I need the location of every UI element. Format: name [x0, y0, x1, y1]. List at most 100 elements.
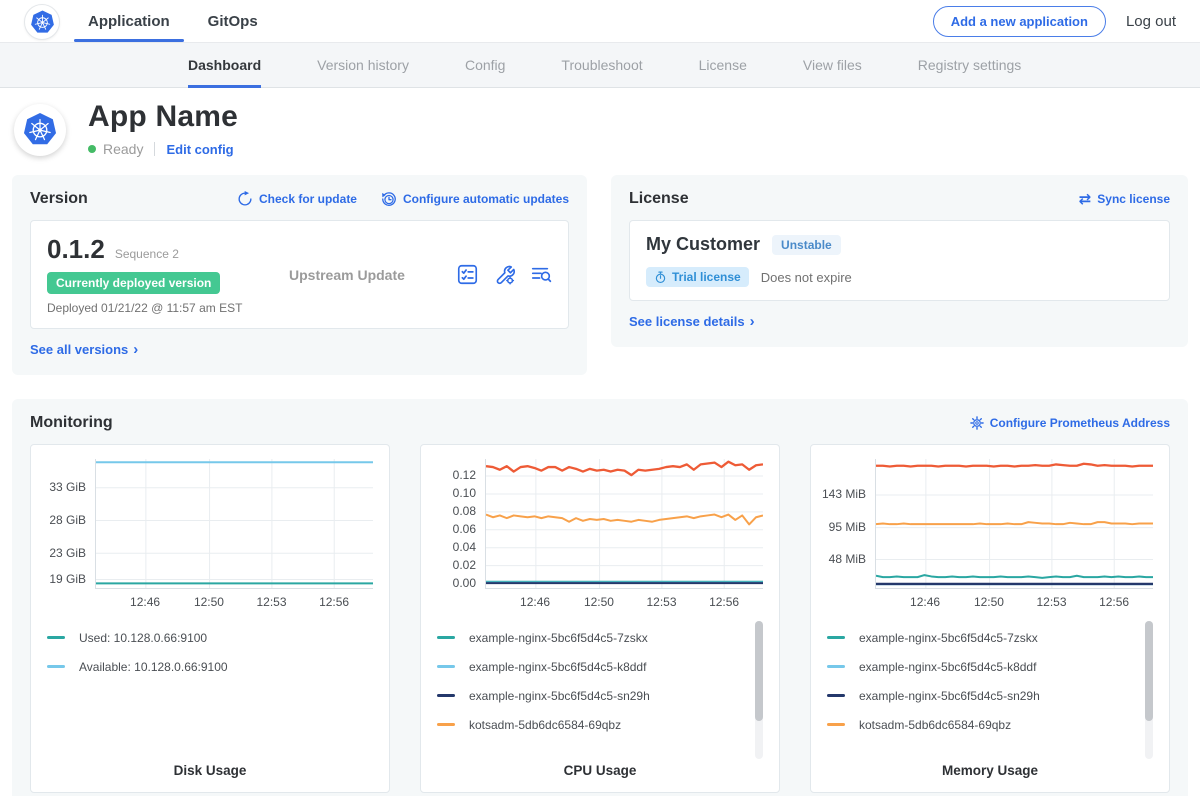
- link-label: See all versions: [30, 342, 128, 357]
- legend-item: example-nginx-5bc6f5d4c5-7zskx: [437, 623, 763, 652]
- version-card-title: Version: [30, 190, 88, 208]
- link-label: See license details: [629, 314, 745, 329]
- kubernetes-logo-icon: [29, 9, 56, 36]
- checklist-icon: [457, 264, 478, 285]
- sync-icon: ⇄: [1079, 190, 1092, 208]
- legend-scrollbar: [1145, 621, 1153, 759]
- plot-area: [875, 459, 1153, 589]
- tab-troubleshoot[interactable]: Troubleshoot: [561, 43, 642, 87]
- x-tick-label: 12:56: [709, 595, 739, 609]
- legend-label: kotsadm-5db6dc6584-69qbz: [859, 718, 1011, 732]
- legend-item: Available: 10.128.0.66:9100: [47, 652, 373, 681]
- link-label: Check for update: [259, 192, 357, 206]
- see-license-details-link[interactable]: See license details ›: [629, 314, 755, 329]
- legend-item: example-nginx-5bc6f5d4c5-k8ddf: [827, 652, 1153, 681]
- kubernetes-app-icon: [21, 111, 59, 149]
- view-deploy-logs-button[interactable]: [531, 264, 552, 285]
- legend-swatch: [827, 636, 845, 639]
- deployed-version-badge: Currently deployed version: [47, 272, 220, 294]
- tab-label: Version history: [317, 57, 409, 73]
- legend-item: example-nginx-5bc6f5d4c5-sn29h: [827, 681, 1153, 710]
- legend-label: kotsadm-5db6dc6584-69qbz: [469, 718, 621, 732]
- y-tick-label: 95 MiB: [829, 520, 866, 534]
- nav-item-label: Application: [88, 13, 170, 30]
- tab-registry-settings[interactable]: Registry settings: [918, 43, 1021, 87]
- kubernetes-logo[interactable]: [24, 4, 60, 40]
- add-application-button[interactable]: Add a new application: [933, 6, 1106, 37]
- x-tick-label: 12:56: [319, 595, 349, 609]
- status-dot-icon: [88, 145, 96, 153]
- legend-item: example-nginx-5bc6f5d4c5-7zskx: [827, 623, 1153, 652]
- legend-label: example-nginx-5bc6f5d4c5-k8ddf: [859, 660, 1036, 674]
- stopwatch-icon: [654, 271, 667, 284]
- sync-license-link[interactable]: ⇄ Sync license: [1079, 190, 1170, 208]
- x-axis-labels: 12:4612:5012:5312:56: [485, 589, 763, 613]
- check-for-update-link[interactable]: Check for update: [237, 191, 357, 207]
- legend-swatch: [437, 723, 455, 726]
- cpu-usage-chart: 0.120.100.080.060.040.020.00 12:4612:501…: [420, 444, 780, 793]
- logout-button[interactable]: Log out: [1126, 13, 1176, 30]
- y-axis-labels: 0.120.100.080.060.040.020.00: [437, 459, 485, 589]
- tab-config[interactable]: Config: [465, 43, 505, 87]
- legend-scrollbar-thumb[interactable]: [1145, 621, 1153, 721]
- edit-config-link[interactable]: Edit config: [166, 142, 233, 157]
- series-line: [876, 575, 1153, 578]
- tab-version-history[interactable]: Version history: [317, 43, 409, 87]
- gear-icon: [970, 416, 984, 430]
- status-badge: Ready: [103, 141, 143, 157]
- page-title: App Name: [88, 100, 238, 134]
- tab-dashboard[interactable]: Dashboard: [188, 43, 261, 87]
- version-source-label: Upstream Update: [277, 267, 457, 283]
- x-tick-label: 12:53: [647, 595, 677, 609]
- tab-view-files[interactable]: View files: [803, 43, 862, 87]
- tab-label: Dashboard: [188, 57, 261, 73]
- y-tick-label: 0.10: [453, 486, 476, 500]
- license-detail-row: My Customer Unstable Trial license Does …: [629, 220, 1170, 301]
- tab-label: Config: [465, 57, 505, 73]
- app-subnav: Dashboard Version history Config Trouble…: [0, 42, 1200, 88]
- current-version-row: 0.1.2 Sequence 2 Currently deployed vers…: [30, 220, 569, 329]
- plot-area: [95, 459, 373, 589]
- y-tick-label: 33 GiB: [49, 480, 86, 494]
- refresh-icon: [237, 191, 253, 207]
- license-expiry: Does not expire: [761, 270, 852, 285]
- edit-config-button[interactable]: [494, 264, 515, 285]
- logs-search-icon: [531, 264, 552, 285]
- chart-title: Disk Usage: [47, 763, 373, 778]
- x-axis-labels: 12:4612:5012:5312:56: [875, 589, 1153, 613]
- y-tick-label: 19 GiB: [49, 572, 86, 586]
- x-tick-label: 12:50: [974, 595, 1004, 609]
- app-avatar: [14, 104, 66, 156]
- wrench-gear-icon: [494, 264, 515, 285]
- license-type-label: Trial license: [672, 270, 741, 284]
- y-tick-label: 48 MiB: [829, 552, 866, 566]
- deployed-timestamp: Deployed 01/21/22 @ 11:57 am EST: [47, 301, 277, 315]
- y-tick-label: 0.00: [453, 576, 476, 590]
- tab-license[interactable]: License: [699, 43, 747, 87]
- x-tick-label: 12:56: [1099, 595, 1129, 609]
- customer-name: My Customer: [646, 234, 760, 255]
- chart-legend: Used: 10.128.0.66:9100Available: 10.128.…: [47, 617, 373, 759]
- nav-item-application[interactable]: Application: [88, 0, 170, 42]
- series-line: [486, 462, 763, 475]
- legend-scrollbar-thumb[interactable]: [755, 621, 763, 721]
- legend-label: example-nginx-5bc6f5d4c5-7zskx: [469, 631, 648, 645]
- license-card: License ⇄ Sync license My Customer Unsta…: [611, 175, 1188, 347]
- see-all-versions-link[interactable]: See all versions ›: [30, 342, 138, 357]
- legend-swatch: [437, 694, 455, 697]
- x-tick-label: 12:53: [257, 595, 287, 609]
- legend-scrollbar: [755, 621, 763, 759]
- y-axis-labels: 143 MiB95 MiB48 MiB: [827, 459, 875, 589]
- chart-legend: example-nginx-5bc6f5d4c5-7zskxexample-ng…: [437, 617, 763, 759]
- y-tick-label: 28 GiB: [49, 513, 86, 527]
- license-card-title: License: [629, 190, 689, 208]
- chevron-right-icon: ›: [133, 342, 138, 357]
- preflight-checks-button[interactable]: [457, 264, 478, 285]
- nav-item-gitops[interactable]: GitOps: [208, 0, 258, 42]
- configure-automatic-updates-link[interactable]: Configure automatic updates: [381, 191, 569, 207]
- nav-item-label: GitOps: [208, 13, 258, 30]
- legend-item: Used: 10.128.0.66:9100: [47, 623, 373, 652]
- configure-prometheus-link[interactable]: Configure Prometheus Address: [970, 416, 1170, 430]
- legend-label: example-nginx-5bc6f5d4c5-sn29h: [859, 689, 1040, 703]
- y-tick-label: 0.06: [453, 522, 476, 536]
